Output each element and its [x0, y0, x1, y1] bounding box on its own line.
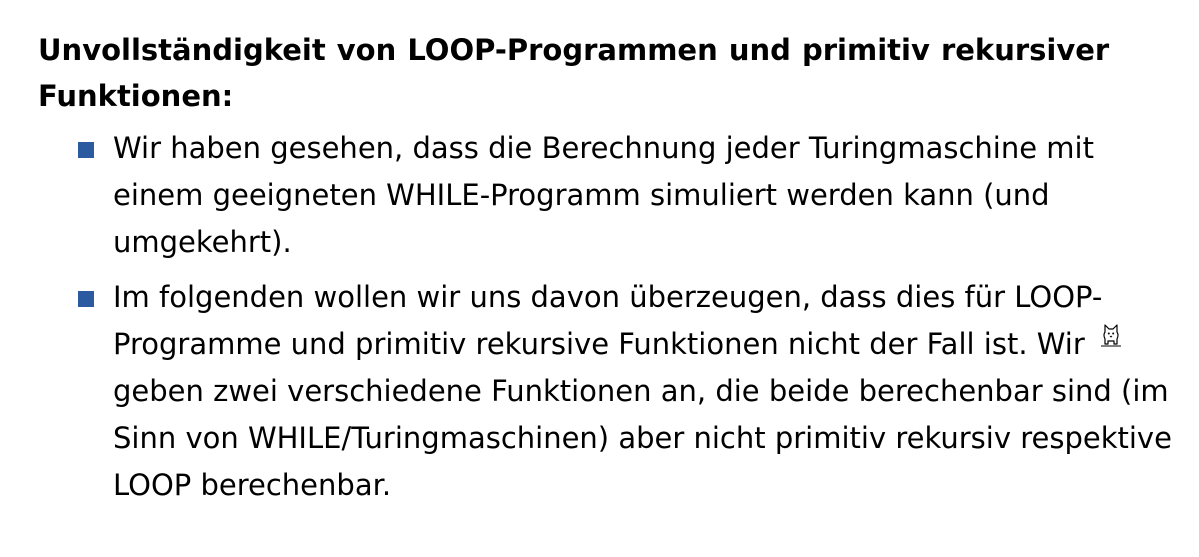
slide-content: Unvollständigkeit von LOOP-Programmen un…: [38, 27, 1178, 517]
bullet-item-2: Im folgenden wollen wir uns davon überze…: [38, 274, 1178, 509]
bullet-item-1: Wir haben gesehen, dass die Berechnung j…: [38, 125, 1178, 266]
square-bullet-icon: [78, 291, 94, 307]
bullet-list: Wir haben gesehen, dass die Berechnung j…: [38, 125, 1178, 509]
square-bullet-icon: [78, 142, 94, 158]
bullet-text-1: Wir haben gesehen, dass die Berechnung j…: [113, 131, 1094, 259]
slide-heading: Unvollständigkeit von LOOP-Programmen un…: [38, 33, 1110, 113]
cat-cursor-icon: [1101, 324, 1121, 347]
bullet-text-2: Im folgenden wollen wir uns davon überze…: [113, 280, 1172, 502]
